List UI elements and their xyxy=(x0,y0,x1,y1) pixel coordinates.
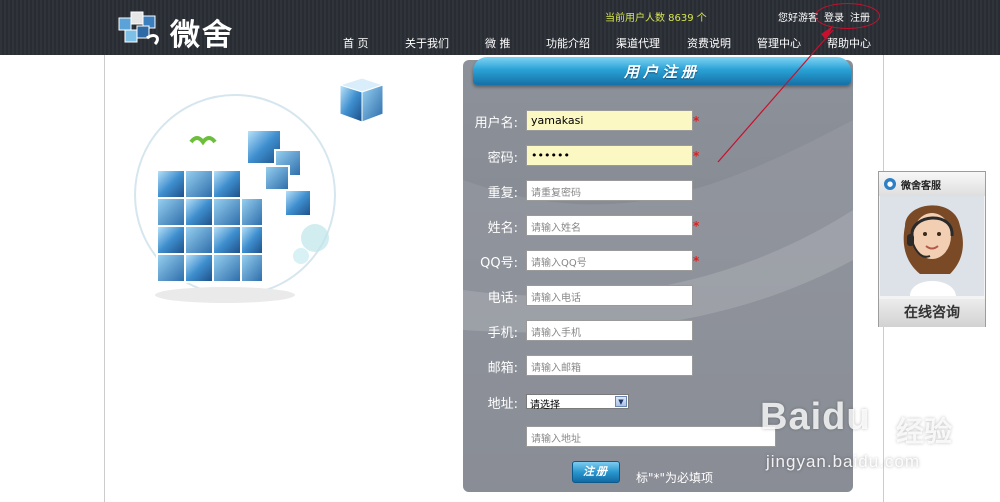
qq-required-mark: * xyxy=(693,254,700,268)
nav-home[interactable]: 首 页 xyxy=(343,35,369,51)
nav-about[interactable]: 关于我们 xyxy=(405,35,449,51)
nav-weitui[interactable]: 微 推 xyxy=(485,35,511,51)
repeat-password-field[interactable]: 请重复密码 xyxy=(526,180,693,201)
customer-service-title: 微舍客服 xyxy=(901,181,941,192)
online-consult-button[interactable]: 在线咨询 xyxy=(879,299,985,327)
address-label: 地址: xyxy=(487,397,518,412)
repeat-password-label: 重复: xyxy=(487,186,518,201)
main-nav: 首 页 关于我们 微 推 功能介绍 渠道代理 资费说明 管理中心 帮助中心 xyxy=(0,35,1000,51)
address-region-select[interactable]: 请选择 ▼ xyxy=(526,394,629,411)
qq-label: QQ号: xyxy=(480,256,518,271)
agent-avatar-icon xyxy=(880,196,984,296)
email-label: 邮箱: xyxy=(487,361,518,376)
username-label: 用户名: xyxy=(474,116,518,131)
agent-photo xyxy=(880,196,984,296)
username-field[interactable]: yamakasi xyxy=(526,110,693,131)
required-note: 标"*"为必填项 xyxy=(636,471,714,485)
chevron-down-icon: ▼ xyxy=(615,396,627,407)
annotation-arrow-icon xyxy=(717,26,834,163)
phone-field[interactable]: 请输入电话 xyxy=(526,285,693,306)
chat-bubble-icon: ● xyxy=(884,178,896,190)
register-submit-button[interactable]: 注册 xyxy=(572,461,620,483)
email-field[interactable]: 请输入邮箱 xyxy=(526,355,693,376)
name-label: 姓名: xyxy=(487,221,518,236)
cube-illustration xyxy=(134,77,385,303)
nav-features[interactable]: 功能介绍 xyxy=(546,35,590,51)
phone-label: 电话: xyxy=(487,291,518,306)
name-required-mark: * xyxy=(693,219,700,233)
page-border-left xyxy=(104,55,105,502)
watermark-url: jingyan.baidu.com xyxy=(766,452,921,471)
address-select-value: 请选择 xyxy=(530,400,560,411)
qq-field[interactable]: 请输入QQ号 xyxy=(526,250,693,271)
customer-service-widget: ● 微舍客服 在线咨询 xyxy=(878,171,986,327)
mobile-label: 手机: xyxy=(487,326,518,341)
address-field[interactable]: 请输入地址 xyxy=(526,426,776,447)
password-label: 密码: xyxy=(487,151,518,166)
top-header: 微舍 当前用户人数 8639 个 您好游客 登录 注册 首 页 关于我们 微 推… xyxy=(0,0,1000,55)
name-field[interactable]: 请输入姓名 xyxy=(526,215,693,236)
customer-service-header: ● 微舍客服 xyxy=(879,172,985,196)
baidu-watermark: Baidu 经验 jingyan.baidu.com xyxy=(760,396,975,482)
password-field[interactable]: •••••• xyxy=(526,145,693,166)
watermark-brand: Baidu xyxy=(760,396,871,438)
mobile-field[interactable]: 请输入手机 xyxy=(526,320,693,341)
watermark-cn: 经验 xyxy=(896,415,953,448)
nav-channel-agent[interactable]: 渠道代理 xyxy=(616,35,660,51)
